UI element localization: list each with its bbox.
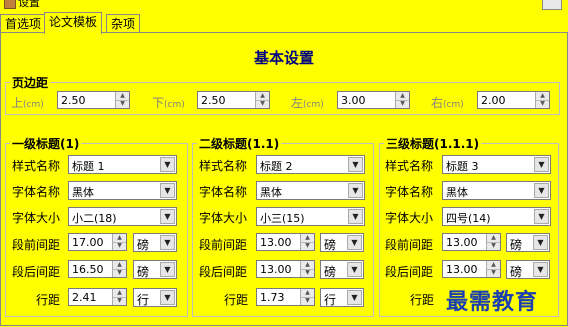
chevron-down-icon[interactable]: ▼: [533, 235, 548, 250]
chevron-down-icon[interactable]: ▼: [160, 209, 175, 224]
heading3-after-spinner[interactable]: 13.00 ▲ ▼: [442, 260, 501, 278]
chevron-down-icon[interactable]: ▼: [160, 157, 175, 172]
margin-bottom-value[interactable]: 2.50: [201, 94, 226, 107]
chevron-down-icon[interactable]: ▼: [533, 262, 548, 277]
chevron-down-icon[interactable]: ▼: [160, 183, 175, 198]
heading3-before-spinner[interactable]: 13.00 ▲ ▼: [442, 233, 501, 251]
margins-group-title: 页边距: [10, 74, 51, 91]
heading1-line-spinner[interactable]: 2.41 ▲ ▼: [68, 288, 127, 306]
heading1-font-select[interactable]: 黑体 ▼: [68, 181, 177, 200]
spin-down-icon[interactable]: ▼: [487, 269, 500, 277]
chevron-down-icon[interactable]: ▼: [347, 290, 362, 305]
margin-left-value[interactable]: 3.00: [341, 94, 366, 107]
heading1-group-title: 一级标题(1): [10, 135, 82, 152]
heading1-after-unit-select[interactable]: 磅 ▼: [133, 260, 177, 279]
chevron-down-icon[interactable]: ▼: [160, 262, 175, 277]
margin-left-spinner[interactable]: 3.00 ▲ ▼: [337, 91, 410, 109]
chevron-down-icon[interactable]: ▼: [348, 209, 363, 224]
heading1-before-label: 段前间距: [12, 238, 61, 252]
heading2-line-spinner[interactable]: 1.73 ▲ ▼: [256, 288, 315, 306]
heading1-before-unit-select[interactable]: 磅 ▼: [133, 233, 177, 252]
margin-right-value[interactable]: 2.00: [481, 94, 506, 107]
spin-down-icon[interactable]: ▼: [116, 100, 129, 108]
heading1-line-unit-select[interactable]: 行 ▼: [133, 288, 177, 307]
margin-bottom-spinner[interactable]: 2.50 ▲ ▼: [197, 91, 270, 109]
heading3-style-label: 样式名称: [385, 159, 434, 173]
heading3-before-label: 段前间距: [385, 238, 434, 252]
spin-down-icon[interactable]: ▼: [301, 297, 314, 305]
heading2-after-label: 段后间距: [199, 265, 248, 279]
chevron-down-icon[interactable]: ▼: [347, 235, 362, 250]
heading3-size-select[interactable]: 四号(14) ▼: [442, 207, 551, 226]
window-title: 设置: [18, 0, 40, 9]
heading3-font-label: 字体名称: [385, 185, 434, 199]
chevron-down-icon[interactable]: ▼: [534, 157, 549, 172]
chevron-down-icon[interactable]: ▼: [348, 183, 363, 198]
spin-down-icon[interactable]: ▼: [487, 242, 500, 250]
title-bar: 设置: [0, 0, 568, 10]
heading3-line-label: 行距: [410, 293, 435, 307]
chevron-down-icon[interactable]: ▼: [534, 209, 549, 224]
heading2-size-label: 字体大小: [199, 211, 248, 225]
spin-down-icon[interactable]: ▼: [256, 100, 269, 108]
watermark: 最需教育: [446, 289, 539, 315]
heading1-size-label: 字体大小: [12, 211, 61, 225]
margin-top-label: 上(cm): [11, 96, 44, 110]
heading1-font-label: 字体名称: [12, 185, 61, 199]
tab-strip: 首选项 论文模板 杂项: [0, 10, 568, 34]
spin-down-icon[interactable]: ▼: [396, 100, 409, 108]
heading2-line-unit-select[interactable]: 行 ▼: [320, 288, 364, 307]
heading2-style-select[interactable]: 标题 2 ▼: [256, 155, 365, 174]
heading3-size-label: 字体大小: [385, 211, 434, 225]
heading1-before-spinner[interactable]: 17.00 ▲ ▼: [68, 233, 127, 251]
heading2-line-label: 行距: [224, 293, 249, 307]
margin-left-label: 左(cm): [291, 96, 324, 110]
chevron-down-icon[interactable]: ▼: [160, 290, 175, 305]
heading2-after-spinner[interactable]: 13.00 ▲ ▼: [256, 260, 315, 278]
heading1-after-spinner[interactable]: 16.50 ▲ ▼: [68, 260, 127, 278]
heading1-line-label: 行距: [36, 293, 61, 307]
heading2-font-label: 字体名称: [199, 185, 248, 199]
heading3-font-select[interactable]: 黑体 ▼: [442, 181, 551, 200]
heading2-before-label: 段前间距: [199, 238, 248, 252]
close-button[interactable]: [542, 0, 562, 10]
chevron-down-icon[interactable]: ▼: [160, 235, 175, 250]
heading2-group-title: 二级标题(1.1): [197, 135, 282, 152]
heading3-after-label: 段后间距: [385, 265, 434, 279]
page-title: 基本设置: [253, 49, 314, 67]
tab-preferences[interactable]: 首选项: [0, 14, 47, 33]
heading2-before-unit-select[interactable]: 磅 ▼: [320, 233, 364, 252]
heading3-style-select[interactable]: 标题 3 ▼: [442, 155, 551, 174]
heading3-group-title: 三级标题(1.1.1): [384, 135, 482, 152]
heading2-font-select[interactable]: 黑体 ▼: [256, 181, 365, 200]
heading3-after-unit-select[interactable]: 磅 ▼: [506, 260, 550, 279]
margin-top-spinner[interactable]: 2.50 ▲ ▼: [57, 91, 130, 109]
heading1-style-select[interactable]: 标题 1 ▼: [68, 155, 177, 174]
margin-bottom-label: 下(cm): [152, 96, 185, 110]
spin-down-icon[interactable]: ▼: [113, 269, 126, 277]
app-icon: [4, 0, 16, 9]
chevron-down-icon[interactable]: ▼: [534, 183, 549, 198]
margin-right-label: 右(cm): [431, 96, 464, 110]
spin-down-icon[interactable]: ▼: [301, 242, 314, 250]
chevron-down-icon[interactable]: ▼: [348, 157, 363, 172]
spin-down-icon[interactable]: ▼: [113, 242, 126, 250]
tab-misc[interactable]: 杂项: [106, 14, 141, 33]
heading2-before-spinner[interactable]: 13.00 ▲ ▼: [256, 233, 315, 251]
heading1-size-select[interactable]: 小二(18) ▼: [68, 207, 177, 226]
heading2-size-select[interactable]: 小三(15) ▼: [256, 207, 365, 226]
spin-down-icon[interactable]: ▼: [301, 269, 314, 277]
spin-down-icon[interactable]: ▼: [536, 100, 549, 108]
heading2-after-unit-select[interactable]: 磅 ▼: [320, 260, 364, 279]
margin-right-spinner[interactable]: 2.00 ▲ ▼: [477, 91, 550, 109]
heading2-style-label: 样式名称: [199, 159, 248, 173]
tab-thesis-template[interactable]: 论文模板: [44, 12, 103, 34]
margin-top-value[interactable]: 2.50: [61, 94, 86, 107]
heading3-before-unit-select[interactable]: 磅 ▼: [506, 233, 550, 252]
heading1-style-label: 样式名称: [12, 159, 61, 173]
chevron-down-icon[interactable]: ▼: [347, 262, 362, 277]
heading1-after-label: 段后间距: [12, 265, 61, 279]
spin-down-icon[interactable]: ▼: [113, 297, 126, 305]
